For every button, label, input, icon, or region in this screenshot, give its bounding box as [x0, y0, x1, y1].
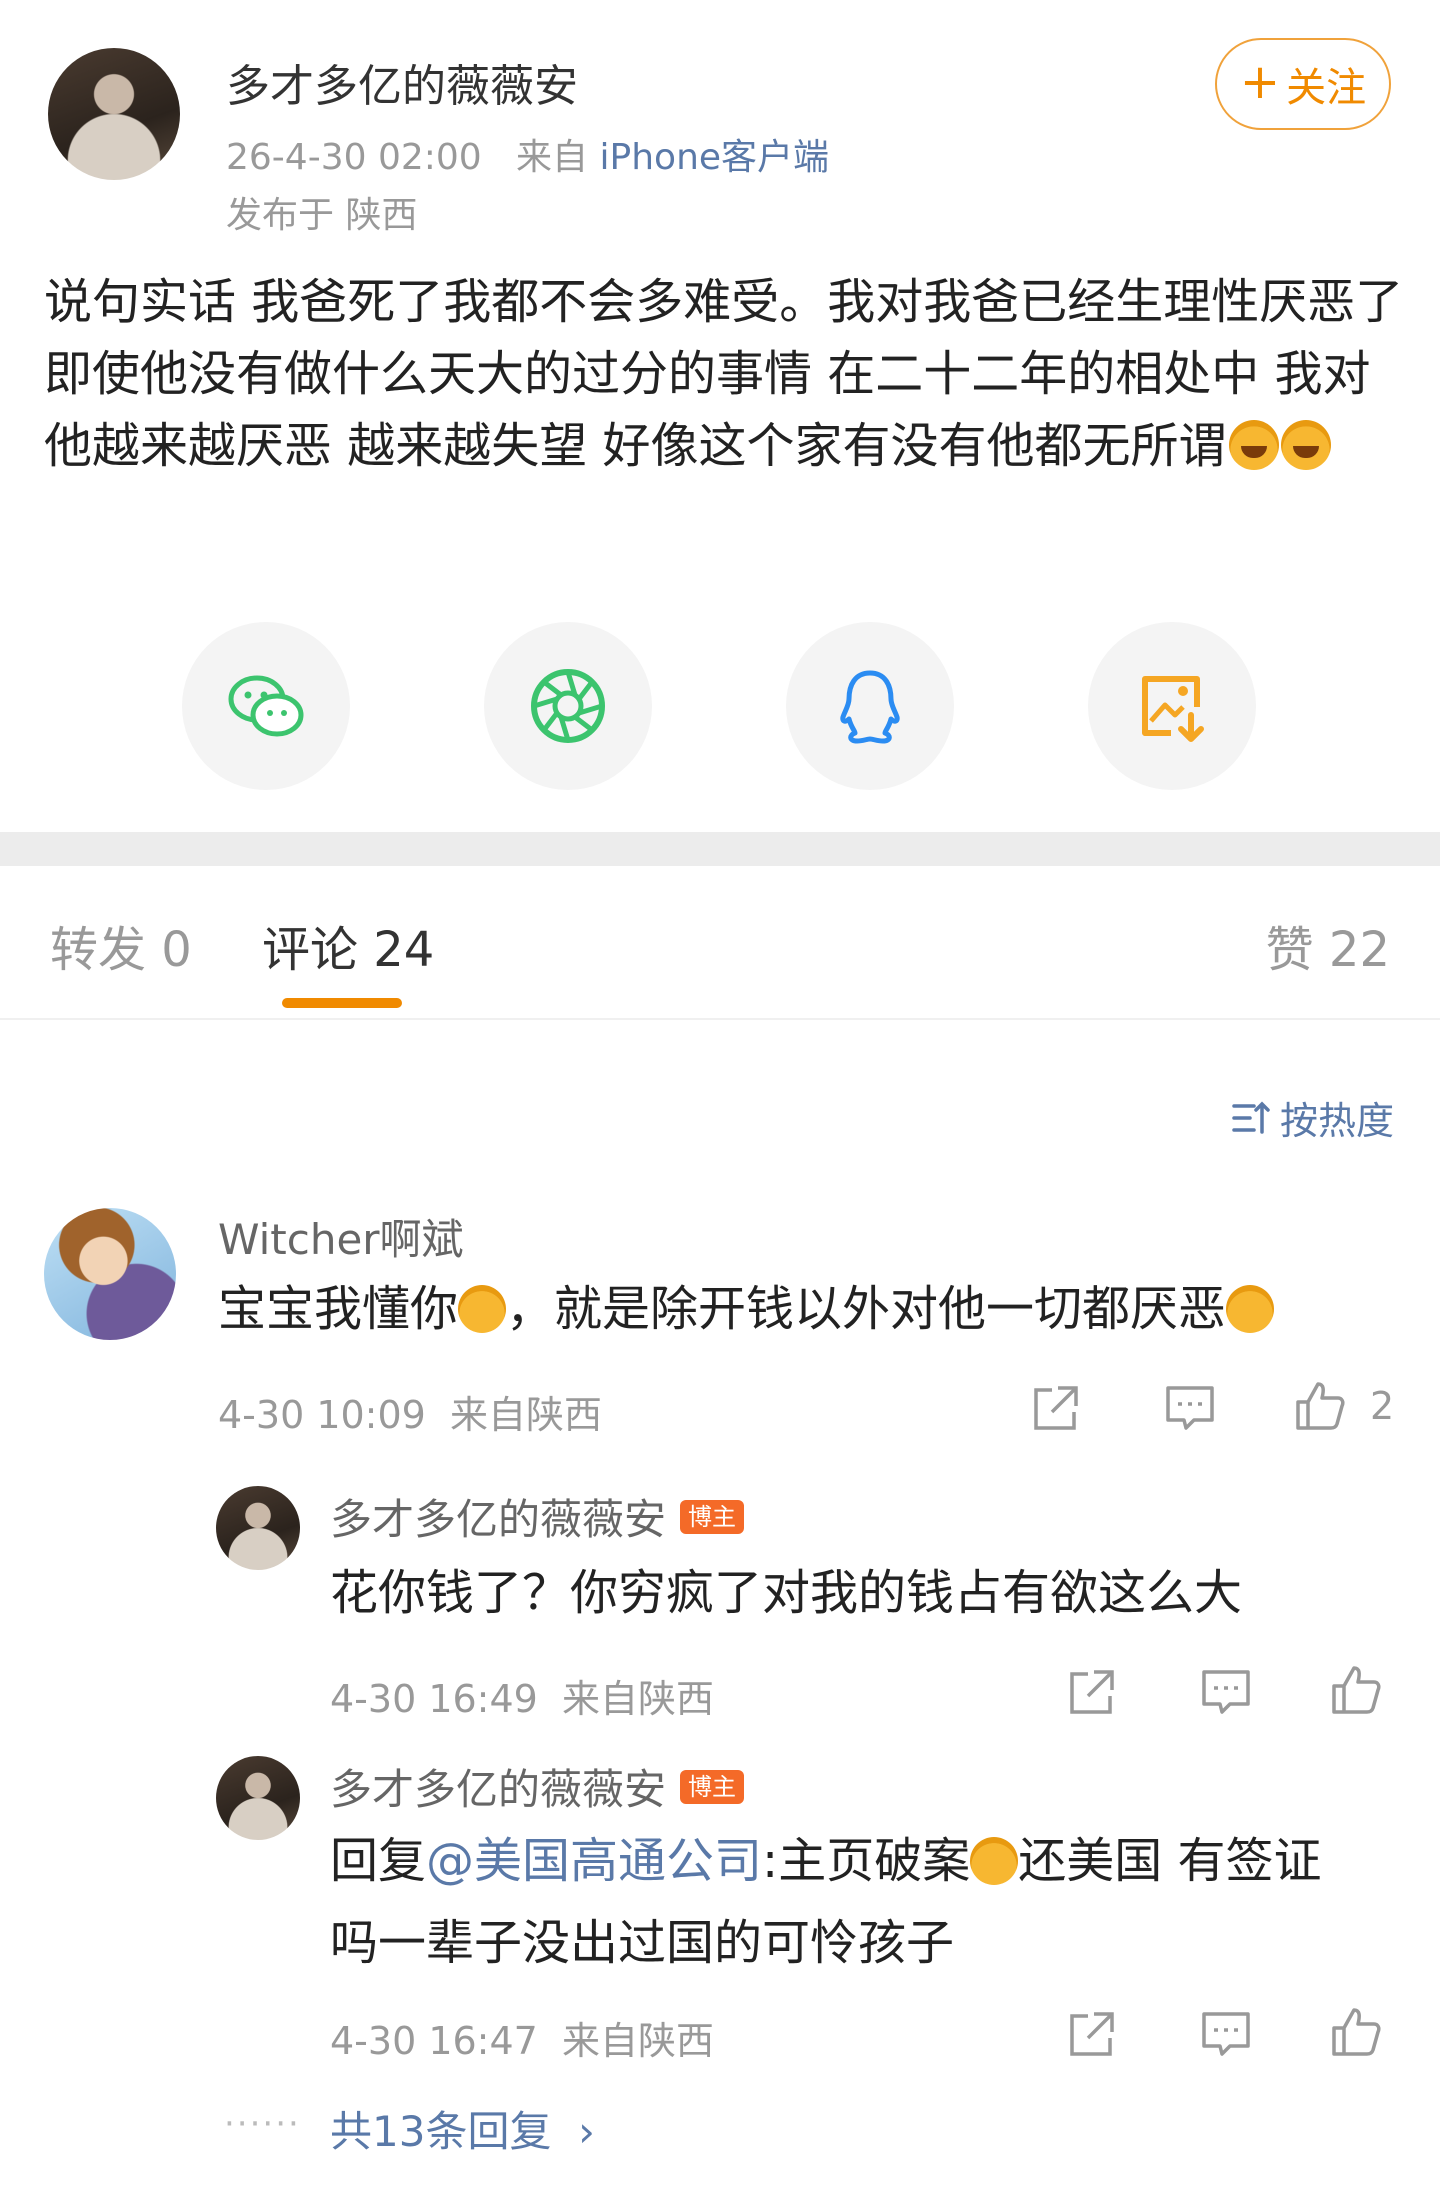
- comment-time: 4-30 10:09: [218, 1393, 426, 1437]
- replier-name-text: 多才多亿的薇薇安: [330, 1765, 667, 1814]
- post-meta: 26-4-30 02:00 来自 iPhone客户端: [226, 128, 829, 180]
- reply-location: 来自陕西: [562, 2019, 715, 2063]
- save-image-button[interactable]: [1088, 622, 1256, 790]
- comment-text-part: 宝宝我懂你: [218, 1281, 459, 1337]
- comment-text: 宝宝我懂你 ，就是除开钱以外对他一切都厌恶: [218, 1268, 1275, 1350]
- tab-repost[interactable]: 转发 0: [50, 910, 192, 980]
- share-icon: [1070, 2012, 1114, 2056]
- tab-divider: [0, 1018, 1440, 1020]
- qq-icon: [840, 670, 900, 744]
- share-moments-button[interactable]: [484, 622, 652, 790]
- reply-reply-button[interactable]: [1198, 1664, 1254, 1720]
- replier-avatar[interactable]: [216, 1756, 300, 1840]
- reply-like-button[interactable]: [1328, 2004, 1384, 2060]
- post-device[interactable]: iPhone客户端: [600, 137, 830, 178]
- reply-text-part: 还美国 有签证: [1018, 1833, 1322, 1889]
- comment-reply-button[interactable]: [1162, 1380, 1218, 1436]
- laugh-cry-emoji: [1228, 420, 1279, 470]
- more-replies-label: 共13条回复: [330, 2107, 552, 2156]
- comment-icon: [1202, 2012, 1250, 2056]
- reply-text: 花你钱了？你穷疯了对我的钱占有欲这么大: [330, 1565, 1243, 1621]
- replier-name[interactable]: 多才多亿的薇薇安 博主: [330, 1756, 745, 1817]
- reply-text: 回复@美国高通公司:主页破案 还美国 有签证吗一辈子没出过国的可怜孩子: [330, 1820, 1390, 1984]
- post-time: 26-4-30 02:00: [226, 137, 482, 178]
- share-qq-button[interactable]: [786, 622, 954, 790]
- post-body: 说句实话 我爸死了我都不会多难受。我对我爸已经生理性厌恶了 即使他没有做什么天大…: [44, 274, 1404, 474]
- crying-emoji: [458, 1285, 507, 1333]
- chevron-right-icon: ›: [564, 2107, 595, 2156]
- share-icon: [1070, 1670, 1114, 1714]
- reply-meta: 4-30 16:49 来自陕西: [330, 1668, 714, 1723]
- reply-text-part: 吗一辈子没出过国的可怜孩子: [330, 1915, 955, 1971]
- post-text: 说句实话 我爸死了我都不会多难受。我对我爸已经生理性厌恶了 即使他没有做什么天大…: [44, 266, 1404, 482]
- section-divider: [0, 832, 1440, 866]
- reply-time: 4-30 16:49: [330, 1677, 538, 1721]
- kiss-emoji: [1226, 1285, 1275, 1333]
- reply-text-part: :主页破案: [762, 1833, 971, 1889]
- reply-repost-button[interactable]: [1064, 1664, 1120, 1720]
- save-image-icon: [1142, 676, 1204, 742]
- thumbs-up-icon: [1332, 1666, 1381, 1714]
- commenter-name-text: Witcher啊斌: [218, 1215, 464, 1264]
- more-dots: ······: [224, 2104, 301, 2144]
- thumbs-up-icon: [1296, 1382, 1345, 1430]
- post-location: 发布于 陕西: [226, 195, 418, 236]
- laugh-cry-emoji: [1280, 420, 1331, 470]
- author-badge: 博主: [680, 1769, 745, 1804]
- comment-icon: [1202, 1670, 1250, 1714]
- comment-icon: [1166, 1386, 1214, 1430]
- reply-prefix: 回复: [330, 1833, 427, 1889]
- follow-label: 关注: [1286, 65, 1367, 111]
- post-source-prefix: 来自: [516, 137, 589, 178]
- follow-button[interactable]: + 关注: [1215, 38, 1391, 130]
- tab-active-indicator: [282, 998, 402, 1008]
- reply-reply-button[interactable]: [1198, 2006, 1254, 2062]
- sort-label: 按热度: [1279, 1099, 1394, 1143]
- reply-time: 4-30 16:47: [330, 2019, 538, 2063]
- replier-avatar[interactable]: [216, 1486, 300, 1570]
- reply-repost-button[interactable]: [1064, 2006, 1120, 2062]
- comment-location: 来自陕西: [450, 1393, 603, 1437]
- commenter-avatar[interactable]: [44, 1208, 176, 1340]
- share-icon: [1034, 1386, 1078, 1430]
- replier-name[interactable]: 多才多亿的薇薇安 博主: [330, 1486, 745, 1547]
- sort-by-hot-button[interactable]: 按热度: [1230, 1090, 1394, 1145]
- reply-meta: 4-30 16:47 来自陕西: [330, 2010, 714, 2065]
- sort-icon: [1232, 1101, 1270, 1134]
- author-name[interactable]: 多才多亿的薇薇安: [226, 50, 578, 114]
- comment-like-count: 2: [1370, 1384, 1395, 1428]
- comment-like-button[interactable]: [1292, 1378, 1348, 1434]
- reply-like-button[interactable]: [1328, 1662, 1384, 1718]
- author-avatar[interactable]: [48, 48, 180, 180]
- plus-icon: +: [1239, 54, 1281, 110]
- tab-like[interactable]: 赞 22: [1266, 910, 1390, 980]
- mention-link[interactable]: @美国高通公司: [426, 1833, 762, 1889]
- replier-name-text: 多才多亿的薇薇安: [330, 1495, 667, 1544]
- share-wechat-button[interactable]: [182, 622, 350, 790]
- comment-text-part: ，就是除开钱以外对他一切都厌恶: [506, 1281, 1227, 1337]
- comment-meta: 4-30 10:09 来自陕西: [218, 1384, 602, 1439]
- author-badge: 博主: [680, 1499, 745, 1534]
- tab-comment[interactable]: 评论 24: [262, 910, 434, 980]
- comment-repost-button[interactable]: [1028, 1380, 1084, 1436]
- commenter-name[interactable]: Witcher啊斌: [218, 1206, 464, 1267]
- wechat-icon: [228, 675, 304, 737]
- moments-icon: [531, 669, 605, 743]
- laugh-cry-emoji: [970, 1837, 1019, 1885]
- thumbs-up-icon: [1332, 2008, 1381, 2056]
- reply-location: 来自陕西: [562, 1677, 715, 1721]
- view-more-replies-link[interactable]: 共13条回复 ›: [330, 2098, 595, 2159]
